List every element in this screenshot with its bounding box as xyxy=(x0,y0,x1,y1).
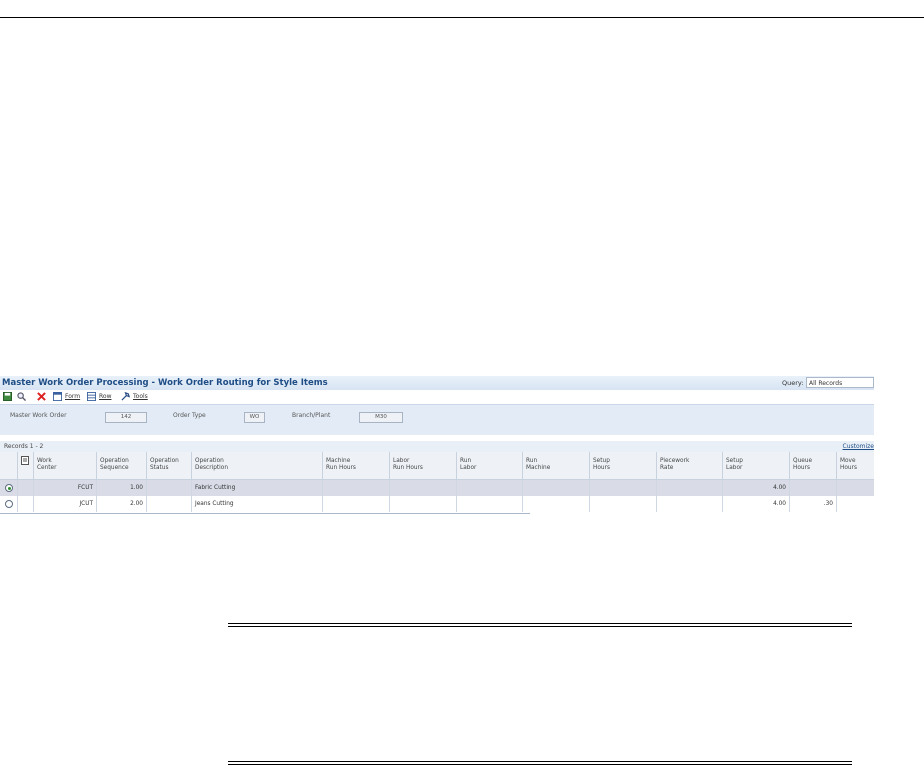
form-menu[interactable]: Form xyxy=(65,390,80,404)
labor-run-hours-cell[interactable] xyxy=(390,496,457,512)
move-hours-cell[interactable] xyxy=(837,496,874,512)
routing-grid: Work Center Operation Sequence Operation… xyxy=(0,452,874,515)
row-attachment-cell xyxy=(18,480,34,496)
operation-sequence-cell[interactable]: 2.00 xyxy=(97,496,147,512)
operation-sequence-cell[interactable]: 1.00 xyxy=(97,480,147,496)
save-icon[interactable] xyxy=(3,392,12,401)
note-bottom-rule xyxy=(228,764,852,765)
application-window: Master Work Order Processing - Work Orde… xyxy=(0,376,874,516)
page-top-rule xyxy=(0,17,924,18)
find-icon[interactable] xyxy=(17,392,26,401)
run-labor-cell[interactable] xyxy=(457,496,523,512)
row-menu-icon[interactable] xyxy=(87,392,96,401)
col-operation-status[interactable]: Operation Status xyxy=(147,452,192,479)
col-queue-hours[interactable]: Queue Hours xyxy=(790,452,837,479)
col-run-labor[interactable]: Run Labor xyxy=(457,452,523,479)
row-menu-label: Row xyxy=(99,393,112,400)
setup-hours-cell[interactable] xyxy=(590,496,657,512)
setup-hours-cell[interactable] xyxy=(590,480,657,496)
work-center-cell[interactable]: FCUT xyxy=(34,480,97,496)
machine-run-hours-cell[interactable] xyxy=(323,480,390,496)
run-labor-cell[interactable] xyxy=(457,480,523,496)
col-machine-run-hours[interactable]: Machine Run Hours xyxy=(323,452,390,479)
machine-run-hours-cell[interactable] xyxy=(323,496,390,512)
piecework-rate-cell[interactable] xyxy=(657,496,723,512)
col-run-machine[interactable]: Run Machine xyxy=(523,452,590,479)
row-select-cell[interactable] xyxy=(0,496,18,512)
operation-description-cell[interactable]: Fabric Cutting xyxy=(192,480,323,496)
title-bar: Master Work Order Processing - Work Orde… xyxy=(0,376,874,390)
header-section: Master Work Order 142 Order Type WO Bran… xyxy=(0,404,874,435)
tools-menu-icon[interactable] xyxy=(121,392,130,401)
row-radio[interactable] xyxy=(5,500,13,508)
note-bottom-rule xyxy=(228,761,852,762)
delete-icon[interactable] xyxy=(37,392,46,401)
col-setup-labor[interactable]: Setup Labor xyxy=(723,452,790,479)
piecework-rate-cell[interactable] xyxy=(657,480,723,496)
master-work-order-label: Master Work Order xyxy=(10,412,67,419)
table-row[interactable]: FCUT 1.00 Fabric Cutting 4.00 xyxy=(0,480,874,496)
table-row[interactable]: JCUT 2.00 Jeans Cutting 4.00 .30 xyxy=(0,496,874,512)
note-top-rule xyxy=(228,626,852,627)
form-menu-icon[interactable] xyxy=(53,392,62,401)
query-select[interactable]: All Records xyxy=(806,377,874,388)
work-center-cell[interactable]: JCUT xyxy=(34,496,97,512)
col-labor-run-hours[interactable]: Labor Run Hours xyxy=(390,452,457,479)
customize-grid-link[interactable]: Customize xyxy=(843,441,875,452)
run-machine-cell[interactable] xyxy=(523,496,590,512)
row-menu[interactable]: Row xyxy=(99,390,111,404)
master-work-order-field: 142 xyxy=(105,412,147,423)
col-operation-description[interactable]: Operation Description xyxy=(192,452,323,479)
labor-run-hours-cell[interactable] xyxy=(390,480,457,496)
toolbar: Form Row Tools xyxy=(0,390,874,404)
branch-plant-label: Branch/Plant xyxy=(292,412,331,419)
operation-status-cell[interactable] xyxy=(147,480,192,496)
records-count: Records 1 - 2 xyxy=(4,443,44,450)
col-piecework-rate[interactable]: Piecework Rate xyxy=(657,452,723,479)
form-title: Master Work Order Processing - Work Orde… xyxy=(2,378,328,388)
col-setup-hours[interactable]: Setup Hours xyxy=(590,452,657,479)
row-attachment-cell xyxy=(18,496,34,512)
attachment-icon xyxy=(21,456,29,465)
queue-hours-cell[interactable]: .30 xyxy=(790,496,837,512)
operation-description-cell[interactable]: Jeans Cutting xyxy=(192,496,323,512)
col-move-hours[interactable]: Move Hours xyxy=(837,452,874,479)
branch-plant-field: M30 xyxy=(359,412,403,423)
tools-menu[interactable]: Tools xyxy=(133,390,148,404)
col-operation-sequence[interactable]: Operation Sequence xyxy=(97,452,147,479)
move-hours-cell[interactable] xyxy=(837,480,874,496)
col-work-center[interactable]: Work Center xyxy=(34,452,97,479)
order-type-label: Order Type xyxy=(173,412,206,419)
run-machine-cell[interactable] xyxy=(523,480,590,496)
tools-menu-label: Tools xyxy=(133,393,148,400)
row-radio-selected[interactable] xyxy=(5,484,13,492)
grid-bottom-border xyxy=(0,513,530,514)
select-column-header xyxy=(0,452,18,479)
operation-status-cell[interactable] xyxy=(147,496,192,512)
row-select-cell[interactable] xyxy=(0,480,18,496)
note-top-rule xyxy=(228,623,852,624)
grid-header: Work Center Operation Sequence Operation… xyxy=(0,452,874,480)
form-menu-label: Form xyxy=(65,393,81,400)
query-label: Query: xyxy=(782,379,804,387)
setup-labor-cell[interactable]: 4.00 xyxy=(723,480,790,496)
records-bar: Records 1 - 2 Customize xyxy=(0,441,874,452)
queue-hours-cell[interactable] xyxy=(790,480,837,496)
setup-labor-cell[interactable]: 4.00 xyxy=(723,496,790,512)
attachment-column-header[interactable] xyxy=(18,452,34,479)
order-type-field: WO xyxy=(244,412,265,423)
